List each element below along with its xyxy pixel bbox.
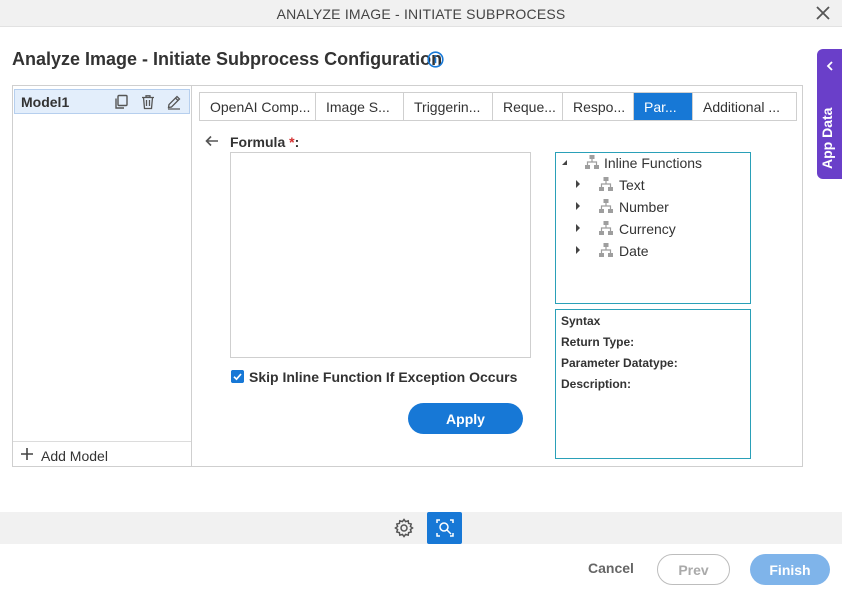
apply-button[interactable]: Apply xyxy=(408,403,523,434)
model-name: Model1 xyxy=(21,94,70,110)
analyze-image-icon xyxy=(436,519,454,537)
hierarchy-icon xyxy=(599,177,613,191)
close-icon[interactable] xyxy=(814,4,832,22)
chevron-left-icon xyxy=(826,61,833,71)
window-title: ANALYZE IMAGE - INITIATE SUBPROCESS xyxy=(276,6,566,22)
syntax-label: Syntax xyxy=(561,314,601,328)
caret-down-icon[interactable] xyxy=(560,158,568,166)
tab-request[interactable]: Reque... xyxy=(493,93,563,120)
hierarchy-icon xyxy=(599,221,613,235)
info-icon[interactable] xyxy=(427,51,444,68)
formula-label-text: Formula xyxy=(230,134,286,150)
formula-label: Formula *: xyxy=(230,134,299,150)
page-title: Analyze Image - Initiate Subprocess Conf… xyxy=(12,49,443,69)
pencil-icon[interactable] xyxy=(166,94,182,110)
tab-response[interactable]: Respo... xyxy=(563,93,634,120)
skip-inline-function-label: Skip Inline Function If Exception Occurs xyxy=(249,369,518,385)
tree-node-label: Date xyxy=(619,243,649,259)
add-model-button[interactable]: Add Model xyxy=(13,441,191,466)
tab-image-source[interactable]: Image S... xyxy=(316,93,404,120)
gear-icon[interactable] xyxy=(393,517,415,539)
caret-right-icon[interactable] xyxy=(574,202,582,210)
syntax-panel: Syntax Return Type: Parameter Datatype: … xyxy=(555,309,751,459)
tree-node-label: Currency xyxy=(619,221,676,237)
tree-node-label: Number xyxy=(619,199,669,215)
caret-right-icon[interactable] xyxy=(574,246,582,254)
tab-parameters[interactable]: Par... xyxy=(634,93,693,120)
configuration-panel: Model1 Add Model OpenAI Comp... Image S.… xyxy=(12,85,803,467)
formula-label-suffix: : xyxy=(294,134,300,150)
trash-icon[interactable] xyxy=(140,94,156,110)
analyze-image-button[interactable] xyxy=(427,512,462,544)
bottom-toolbar xyxy=(0,512,842,544)
tree-node-label: Text xyxy=(619,177,645,193)
inline-functions-tree: Inline Functions Text Number Currency Da… xyxy=(555,152,751,304)
model-item[interactable]: Model1 xyxy=(14,89,190,114)
finish-button[interactable]: Finish xyxy=(750,554,830,585)
app-data-label: App Data xyxy=(819,107,835,169)
window-titlebar: ANALYZE IMAGE - INITIATE SUBPROCESS xyxy=(0,0,842,27)
prev-button[interactable]: Prev xyxy=(657,554,730,585)
return-type-label: Return Type: xyxy=(561,335,635,349)
checkbox-checked-icon[interactable] xyxy=(231,370,244,383)
caret-right-icon[interactable] xyxy=(574,224,582,232)
tree-node-label: Inline Functions xyxy=(604,155,703,171)
tab-triggering[interactable]: Triggerin... xyxy=(404,93,493,120)
description-label: Description: xyxy=(561,377,632,391)
app-data-tab[interactable]: App Data xyxy=(817,49,842,179)
add-model-label: Add Model xyxy=(41,448,108,464)
hierarchy-icon xyxy=(599,243,613,257)
hierarchy-icon xyxy=(599,199,613,213)
tab-additional[interactable]: Additional ... xyxy=(693,93,796,120)
tab-openai-component[interactable]: OpenAI Comp... xyxy=(200,93,316,120)
hierarchy-icon xyxy=(585,155,599,169)
tab-strip: OpenAI Comp... Image S... Triggerin... R… xyxy=(199,92,797,121)
plus-icon xyxy=(21,448,33,460)
tab-content: OpenAI Comp... Image S... Triggerin... R… xyxy=(193,86,802,466)
cancel-button[interactable]: Cancel xyxy=(588,560,634,576)
copy-icon[interactable] xyxy=(113,94,129,110)
model-list: Model1 Add Model xyxy=(13,86,192,466)
parameter-datatype-label: Parameter Datatype: xyxy=(561,356,678,370)
caret-right-icon[interactable] xyxy=(574,180,582,188)
arrow-left-icon[interactable] xyxy=(204,133,220,149)
formula-input[interactable] xyxy=(230,152,531,358)
